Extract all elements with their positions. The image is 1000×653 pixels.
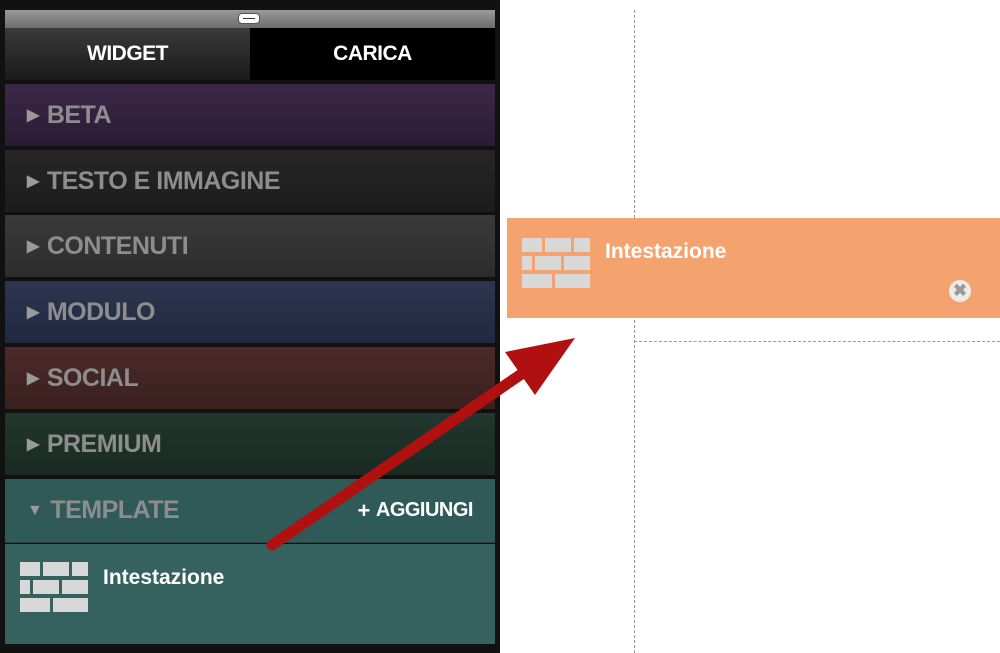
drag-arrow-icon <box>266 338 575 551</box>
